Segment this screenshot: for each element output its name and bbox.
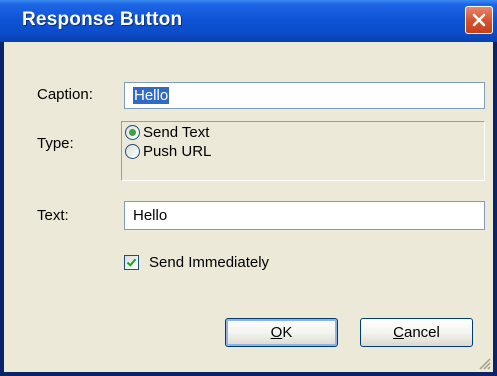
close-button[interactable] [465, 6, 493, 34]
send-immediately-checkbox[interactable]: Send Immediately [124, 254, 269, 271]
caption-input[interactable]: Hello [124, 82, 485, 109]
dialog-title: Response Button [22, 9, 183, 30]
ok-button[interactable]: OK [225, 318, 338, 347]
checkmark-icon [126, 258, 137, 267]
send-immediately-box[interactable] [124, 255, 139, 270]
dialog-body: Caption: Hello Type: Send Text Push URL … [4, 42, 493, 372]
title-bar[interactable]: Response Button [0, 0, 497, 42]
text-input-value: Hello [133, 207, 168, 224]
radio-push-url-button[interactable] [125, 144, 140, 159]
cancel-button[interactable]: Cancel [360, 318, 473, 347]
caption-label: Caption: [37, 86, 93, 103]
radio-send-text-button[interactable] [125, 125, 140, 140]
cancel-mnemonic: C [393, 324, 404, 341]
radio-send-text[interactable]: Send Text [125, 124, 209, 141]
radio-push-url-label: Push URL [143, 143, 212, 160]
type-radio-group: Send Text Push URL [121, 121, 485, 181]
resize-grip-icon[interactable] [478, 357, 491, 370]
close-icon [472, 13, 486, 27]
ok-label: K [282, 324, 293, 341]
radio-send-text-label: Send Text [143, 124, 210, 141]
dialog-window: Response Button Caption: Hello Type: Sen… [0, 0, 497, 376]
ok-mnemonic: O [270, 324, 283, 341]
send-immediately-label: Send Immediately [149, 254, 270, 271]
type-label: Type: [37, 135, 74, 152]
radio-selected-dot [129, 129, 136, 136]
caption-input-value: Hello [133, 87, 170, 104]
text-input[interactable]: Hello [124, 201, 485, 230]
radio-push-url[interactable]: Push URL [125, 143, 211, 160]
cancel-label: ancel [403, 324, 440, 341]
text-label: Text: [37, 207, 69, 224]
